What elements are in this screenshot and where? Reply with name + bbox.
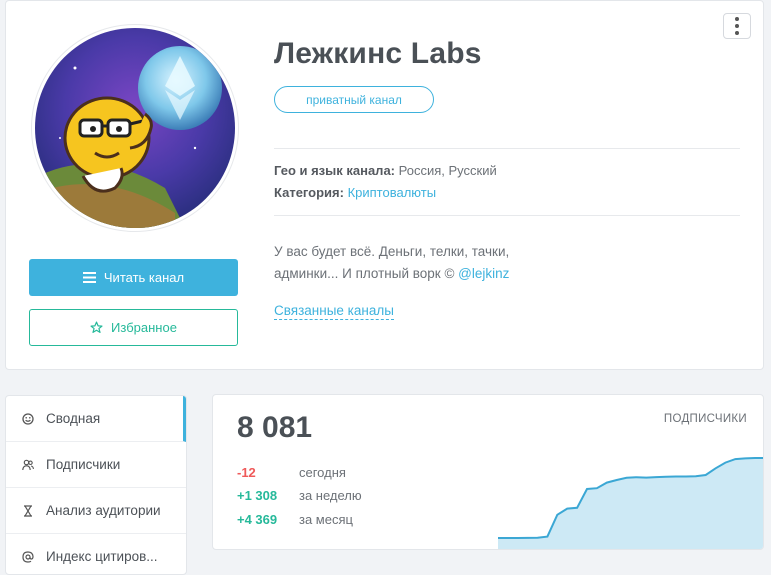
favorite-button[interactable]: Избранное [29,309,238,346]
smile-icon [22,412,34,425]
geo-language-row: Гео и язык канала: Россия, Русский [274,163,497,178]
at-icon [22,550,34,563]
avatar-illustration [35,28,235,228]
subscribers-heading: ПОДПИСЧИКИ [663,413,747,425]
delta-period: за месяц [299,512,353,527]
geo-label: Гео и язык канала: [274,163,395,178]
users-icon [22,459,34,470]
delta-value: -12 [237,465,256,480]
star-icon [90,321,103,333]
delta-period: за неделю [299,488,362,503]
nav-item-citation-index[interactable]: Индекс цитиров... [6,534,186,574]
channel-avatar [32,25,238,231]
category-label: Категория: [274,185,344,200]
nav-item-audience-analysis[interactable]: Анализ аудитории [6,488,186,534]
description-author-link[interactable]: @lejkinz [458,266,509,281]
subscribers-stats-card: 8 081 ПОДПИСЧИКИ -12 сегодня +1 308 за н… [212,394,764,550]
nav-label: Сводная [46,411,101,426]
nav-item-subscribers[interactable]: Подписчики [6,442,186,488]
category-row: Категория: Криптовалюты [274,185,436,200]
favorite-label: Избранное [111,320,177,335]
more-dot-icon [735,24,739,28]
delta-value: +1 308 [237,488,278,503]
channel-description: У вас будет всё. Деньги, телки, тачки, а… [274,241,564,285]
channel-card: Читать канал Избранное Лежкинс Labs прив… [5,0,764,370]
more-dot-icon [735,17,739,21]
delta-row-month: +4 369 за месяц [237,512,353,527]
subscribers-sparkline [498,457,763,549]
related-channels-link[interactable]: Связанные каналы [274,303,394,320]
nav-label: Анализ аудитории [46,503,161,518]
delta-period: сегодня [299,465,346,480]
geo-value: Россия, Русский [398,163,497,178]
divider [274,148,740,149]
side-nav: Сводная Подписчики Анализ аудитории Инде… [5,395,187,575]
read-channel-button[interactable]: Читать канал [29,259,238,296]
read-channel-label: Читать канал [103,270,185,285]
nav-item-summary[interactable]: Сводная [6,396,186,442]
sparkline-area [498,458,763,549]
more-options-button[interactable] [723,13,751,39]
hourglass-icon [24,504,32,517]
delta-value: +4 369 [237,512,278,527]
nav-label: Подписчики [46,457,121,472]
subscribers-count: 8 081 [237,411,313,444]
divider [274,215,740,216]
list-icon [82,272,96,283]
delta-row-today: -12 сегодня [237,465,346,480]
private-channel-badge: приватный канал [274,86,434,113]
delta-row-week: +1 308 за неделю [237,488,362,503]
channel-title: Лежкинс Labs [274,37,482,70]
category-link[interactable]: Криптовалюты [348,185,436,200]
more-dot-icon [735,31,739,35]
nav-label: Индекс цитиров... [46,549,158,564]
